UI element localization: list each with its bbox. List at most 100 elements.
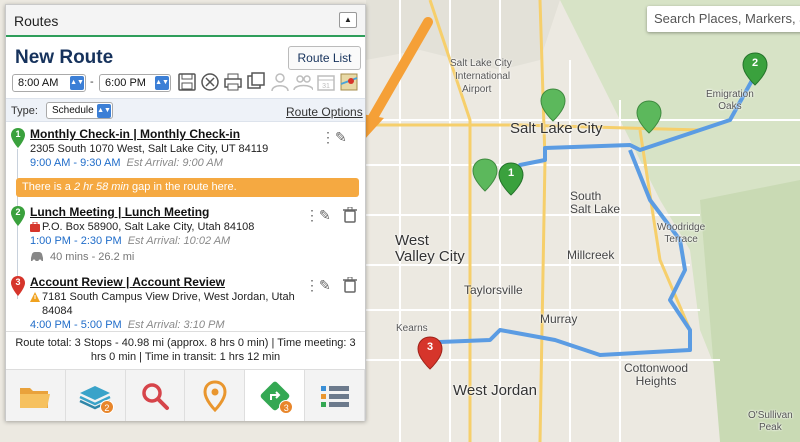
stop-number: 3 <box>15 277 21 287</box>
users-icon[interactable] <box>293 72 313 92</box>
map-search-input[interactable]: Search Places, Markers, and... <box>647 6 800 32</box>
map-marker-number: 2 <box>751 57 759 69</box>
stop-time-range: 9:00 AM - 9:30 AM <box>30 157 121 169</box>
chevron-down-icon: ▲▼ <box>155 76 169 90</box>
label-west-valley-city: West Valley City <box>395 232 465 265</box>
tab-layers[interactable]: 2 <box>66 370 126 421</box>
start-time-value: 8:00 AM <box>18 77 59 89</box>
edit-icon[interactable]: ✎ <box>335 129 347 146</box>
warning-icon <box>30 292 40 302</box>
collapse-button[interactable]: ▲ <box>339 12 357 28</box>
clear-icon[interactable] <box>200 72 220 92</box>
edit-icon[interactable]: ✎ <box>319 277 331 294</box>
stop-actions: ⋮ ✎ <box>305 277 361 293</box>
stop-time-range: 1:00 PM - 2:30 PM <box>30 235 122 247</box>
bottom-tab-bar: 2 3 <box>6 369 365 421</box>
stop-title-link[interactable]: Account Review | Account Review <box>30 275 225 289</box>
stop-number: 2 <box>15 207 21 217</box>
stops-list: 1 Monthly Check-in | Monthly Check-in 23… <box>6 123 365 328</box>
chevron-down-icon: ▲▼ <box>97 104 111 118</box>
save-icon[interactable] <box>177 72 197 92</box>
stop-address: 7181 South Campus View Drive, West Jorda… <box>30 290 300 318</box>
label-airport-international: International <box>455 71 511 82</box>
trash-icon[interactable] <box>343 207 357 223</box>
tab-search[interactable] <box>126 370 186 421</box>
stop-address: P.O. Box 58900, Salt Lake City, Utah 841… <box>30 220 290 234</box>
route-options-link[interactable]: Route Options <box>286 105 363 119</box>
routes-panel: Routes ▲ New Route Route List 8:00 AM ▲▼… <box>5 4 366 421</box>
stop-address: 2305 South 1070 West, Salt Lake City, UT… <box>30 143 269 155</box>
map-marker-plain[interactable] <box>636 100 662 134</box>
print-icon[interactable] <box>223 72 243 92</box>
stop-title-link[interactable]: Monthly Check-in | Monthly Check-in <box>30 127 240 141</box>
trash-icon[interactable] <box>343 277 357 293</box>
label-cottonwood-heights: Cottonwood Heights <box>624 361 689 388</box>
panel-header: Routes ▲ <box>6 5 365 37</box>
folder-icon <box>20 387 51 408</box>
stop-actions: ⋮ ✎ <box>305 207 361 223</box>
map-marker-number: 1 <box>507 167 515 179</box>
label-south-salt-lake: South Salt Lake <box>570 189 621 216</box>
more-icon[interactable]: ⋮ <box>305 277 319 294</box>
stop-eta: Est Arrival: 10:02 AM <box>127 235 231 247</box>
type-bar: Type: Schedule ▲▼ Route Options <box>6 98 365 122</box>
map-pin-icon <box>636 100 662 134</box>
tab-marker[interactable] <box>185 370 246 421</box>
route-list-button[interactable]: Route List <box>288 46 361 70</box>
copy-icon[interactable] <box>246 72 266 92</box>
type-label: Type: <box>11 105 38 117</box>
stop-pin-1: 1 <box>10 127 26 149</box>
more-icon[interactable]: ⋮ <box>305 207 319 224</box>
tab-folder[interactable] <box>6 370 66 421</box>
transit-info: 40 mins - 26.2 mi <box>31 251 134 263</box>
list-icon <box>320 385 349 407</box>
mountain-area-dark <box>700 180 800 442</box>
stop-time: 1:00 PM - 2:30 PM Est Arrival: 10:02 AM <box>30 235 230 247</box>
layers-badge: 2 <box>99 400 114 414</box>
stop-number: 1 <box>15 129 21 139</box>
map-marker-plain[interactable] <box>472 158 498 192</box>
type-select-value: Schedule <box>52 105 94 116</box>
more-icon[interactable]: ⋮ <box>321 129 335 146</box>
time-separator: - <box>90 76 94 88</box>
type-select[interactable]: Schedule ▲▼ <box>46 102 113 119</box>
car-icon <box>31 252 43 262</box>
gap-prefix: There is a <box>22 181 74 193</box>
stop-pin-2: 2 <box>10 205 26 227</box>
map-pin-icon <box>472 158 498 192</box>
label-murray: Murray <box>540 312 578 326</box>
start-time-select[interactable]: 8:00 AM ▲▼ <box>12 74 86 92</box>
chevron-down-icon: ▲▼ <box>70 76 84 90</box>
tab-list[interactable] <box>305 370 365 421</box>
map-marker-2[interactable]: 2 <box>742 52 768 86</box>
calendar-icon[interactable]: 31 <box>316 72 336 92</box>
briefcase-icon <box>30 222 40 232</box>
stop-eta: Est Arrival: 3:10 PM <box>127 319 225 328</box>
stop-address-text: P.O. Box 58900, Salt Lake City, Utah 841… <box>42 221 255 233</box>
route-badge: 3 <box>279 400 294 414</box>
tab-route[interactable]: 3 <box>245 370 306 421</box>
gap-warning-banner: There is a 2 hr 58 min gap in the route … <box>16 178 359 197</box>
label-kearns: Kearns <box>396 323 428 334</box>
user-icon[interactable] <box>270 72 290 92</box>
map-icon[interactable] <box>339 72 359 92</box>
route-title: New Route <box>15 47 114 68</box>
edit-icon[interactable]: ✎ <box>319 207 331 224</box>
stop-pin-3: 3 <box>10 275 26 297</box>
gap-suffix: gap in the route here. <box>129 181 237 193</box>
label-woodridge-terrace: Woodridge Terrace <box>657 222 706 245</box>
map-marker-plain[interactable] <box>540 88 566 122</box>
stop-title-link[interactable]: Lunch Meeting | Lunch Meeting <box>30 205 209 219</box>
map-marker-1[interactable]: 1 <box>498 162 524 196</box>
label-osullivan-peak: O'Sullivan Peak <box>748 410 793 433</box>
gap-value: 2 hr 58 min <box>73 181 129 193</box>
end-time-select[interactable]: 6:00 PM ▲▼ <box>99 74 171 92</box>
stop-eta: Est Arrival: 9:00 AM <box>126 157 223 169</box>
stop-actions: ⋮ ✎ <box>321 129 361 145</box>
end-time-value: 6:00 PM <box>105 77 146 89</box>
label-taylorsville: Taylorsville <box>464 283 523 297</box>
panel-title: Routes <box>14 13 59 29</box>
map-marker-number: 3 <box>426 341 434 353</box>
label-airport-city: Salt Lake City <box>450 58 512 69</box>
map-marker-3[interactable]: 3 <box>417 336 443 370</box>
